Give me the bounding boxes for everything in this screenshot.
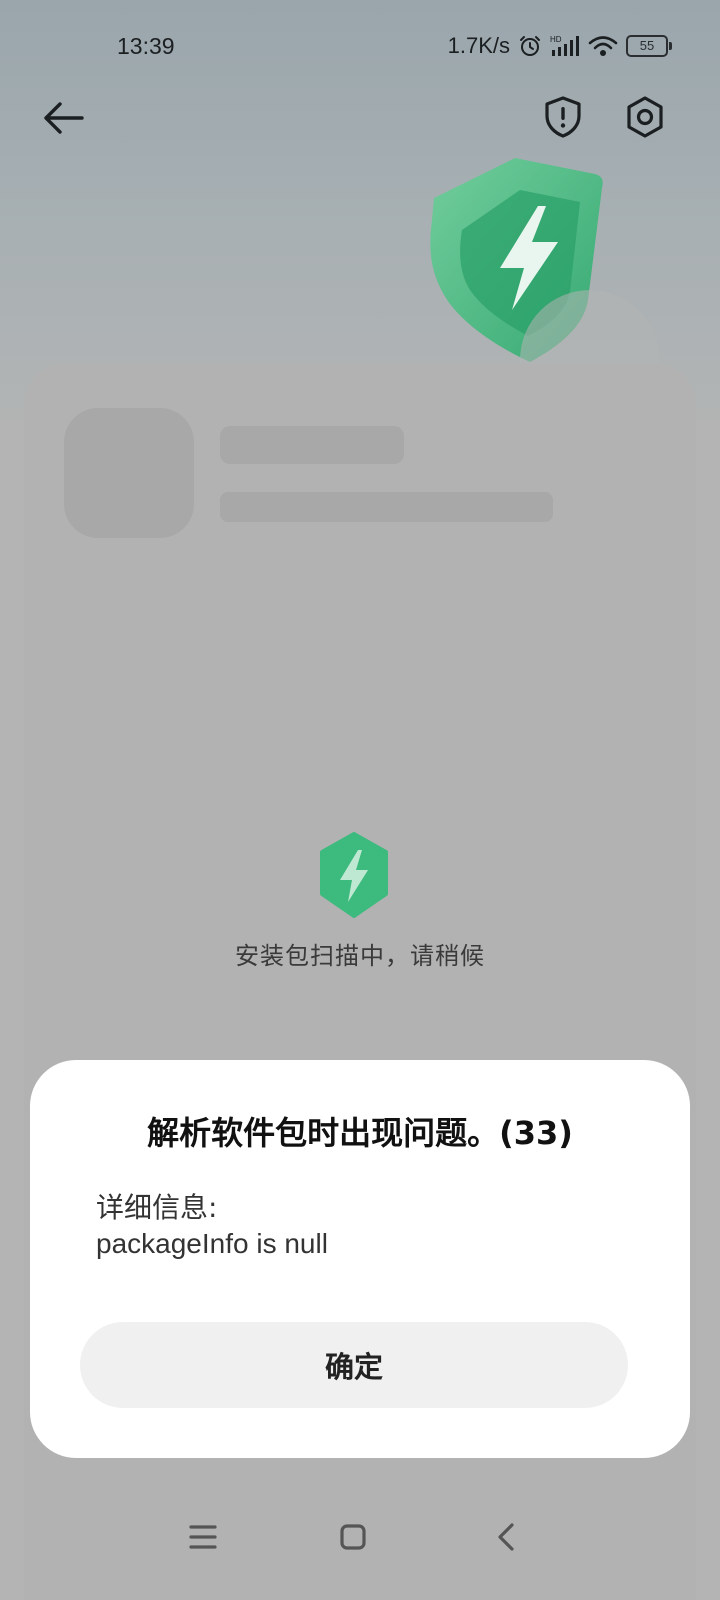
- signal-icon: HD: [550, 35, 579, 56]
- gear-icon: [627, 96, 663, 138]
- navigation-bar: [0, 1490, 720, 1600]
- dialog-detail-label: 详细信息:: [96, 1191, 218, 1224]
- hero-shield-illustration: [430, 158, 660, 380]
- battery-level: 55: [639, 38, 655, 53]
- signal-hd-label: HD: [550, 35, 562, 44]
- battery-icon: 55: [626, 35, 672, 57]
- app-name-placeholder: [220, 426, 404, 464]
- status-icons: 1.7K/s HD 55: [447, 33, 672, 59]
- scan-status-text: 安装包扫描中，请稍候: [235, 942, 485, 970]
- ok-button[interactable]: 确定: [80, 1322, 628, 1408]
- security-report-button[interactable]: [540, 94, 586, 140]
- app-info-placeholder: [220, 492, 553, 522]
- arrow-left-icon: [44, 102, 84, 134]
- error-dialog: 解析软件包时出现问题。(33) 详细信息: packageInfo is nul…: [30, 1060, 690, 1458]
- network-speed: 1.7K/s: [447, 33, 510, 58]
- status-time: 13:39: [117, 33, 175, 59]
- settings-button[interactable]: [622, 94, 668, 140]
- home-icon: [340, 1524, 366, 1550]
- app-icon-placeholder: [64, 408, 194, 538]
- shield-alert-icon: [545, 96, 581, 138]
- back-button[interactable]: [38, 96, 88, 140]
- back-icon: [498, 1523, 514, 1551]
- alarm-icon: [520, 36, 540, 56]
- wifi-icon: [588, 36, 618, 56]
- status-bar: 13:39 1.7K/s HD 55: [0, 0, 720, 96]
- scan-shield-icon: [320, 832, 388, 918]
- home-button[interactable]: [328, 1512, 378, 1562]
- menu-icon: [189, 1525, 217, 1549]
- dialog-detail-value: packageInfo is null: [96, 1228, 328, 1259]
- recents-button[interactable]: [178, 1512, 228, 1562]
- system-back-button[interactable]: [482, 1512, 532, 1562]
- dialog-title: 解析软件包时出现问题。(33): [147, 1114, 573, 1152]
